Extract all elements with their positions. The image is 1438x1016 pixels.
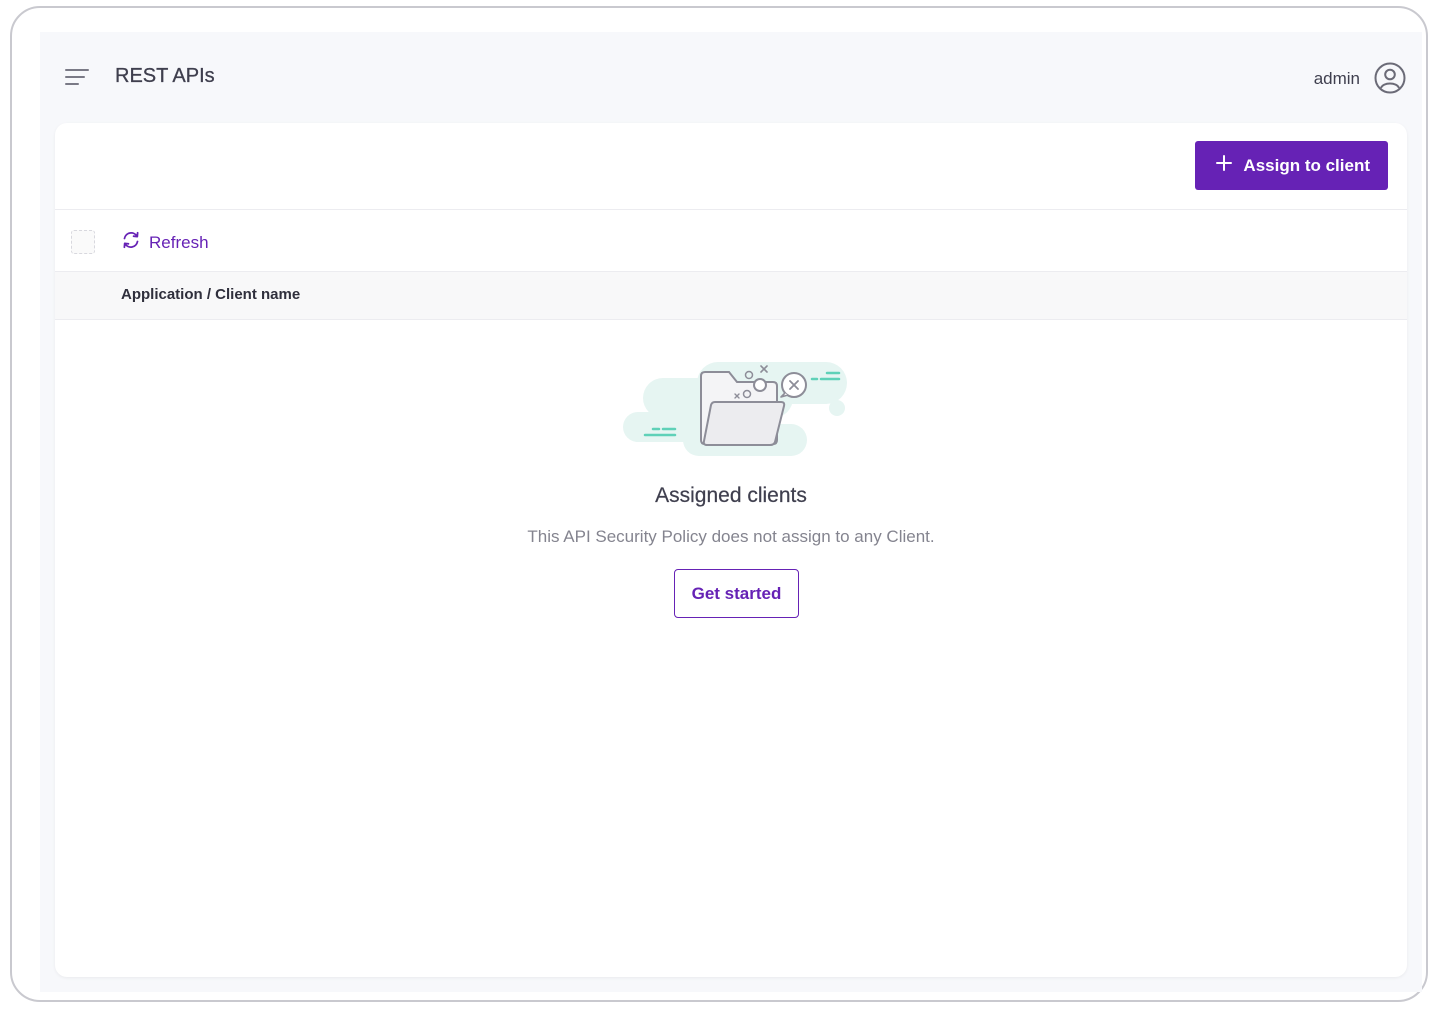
get-started-button[interactable]: Get started [674, 569, 799, 618]
empty-state-description: This API Security Policy does not assign… [527, 527, 935, 546]
card-header: Assign to client [55, 123, 1407, 210]
user-name[interactable]: admin [1314, 69, 1360, 89]
refresh-icon [121, 230, 141, 255]
assign-to-client-button[interactable]: Assign to client [1195, 141, 1388, 190]
hamburger-menu-icon[interactable] [64, 66, 90, 88]
device-frame: REST APIs admin Assign to client Refresh… [10, 6, 1428, 1002]
table-toolbar: Refresh [55, 210, 1407, 272]
top-bar: REST APIs admin [40, 32, 1422, 122]
page-title: REST APIs [115, 65, 215, 87]
refresh-label: Refresh [149, 232, 209, 252]
column-header-application[interactable]: Application / Client name [121, 286, 300, 303]
assign-to-client-label: Assign to client [1243, 155, 1370, 175]
empty-state-title: Assigned clients [655, 484, 807, 507]
user-circle-icon[interactable] [1374, 62, 1406, 94]
table-header: Application / Client name [55, 272, 1407, 320]
refresh-button[interactable]: Refresh [121, 230, 209, 255]
plus-icon [1215, 154, 1233, 177]
content-card: Assign to client Refresh Application / C… [55, 123, 1407, 977]
empty-folder-illustration [623, 360, 849, 458]
select-all-checkbox[interactable] [71, 230, 95, 254]
app-screen: REST APIs admin Assign to client Refresh… [40, 32, 1422, 992]
